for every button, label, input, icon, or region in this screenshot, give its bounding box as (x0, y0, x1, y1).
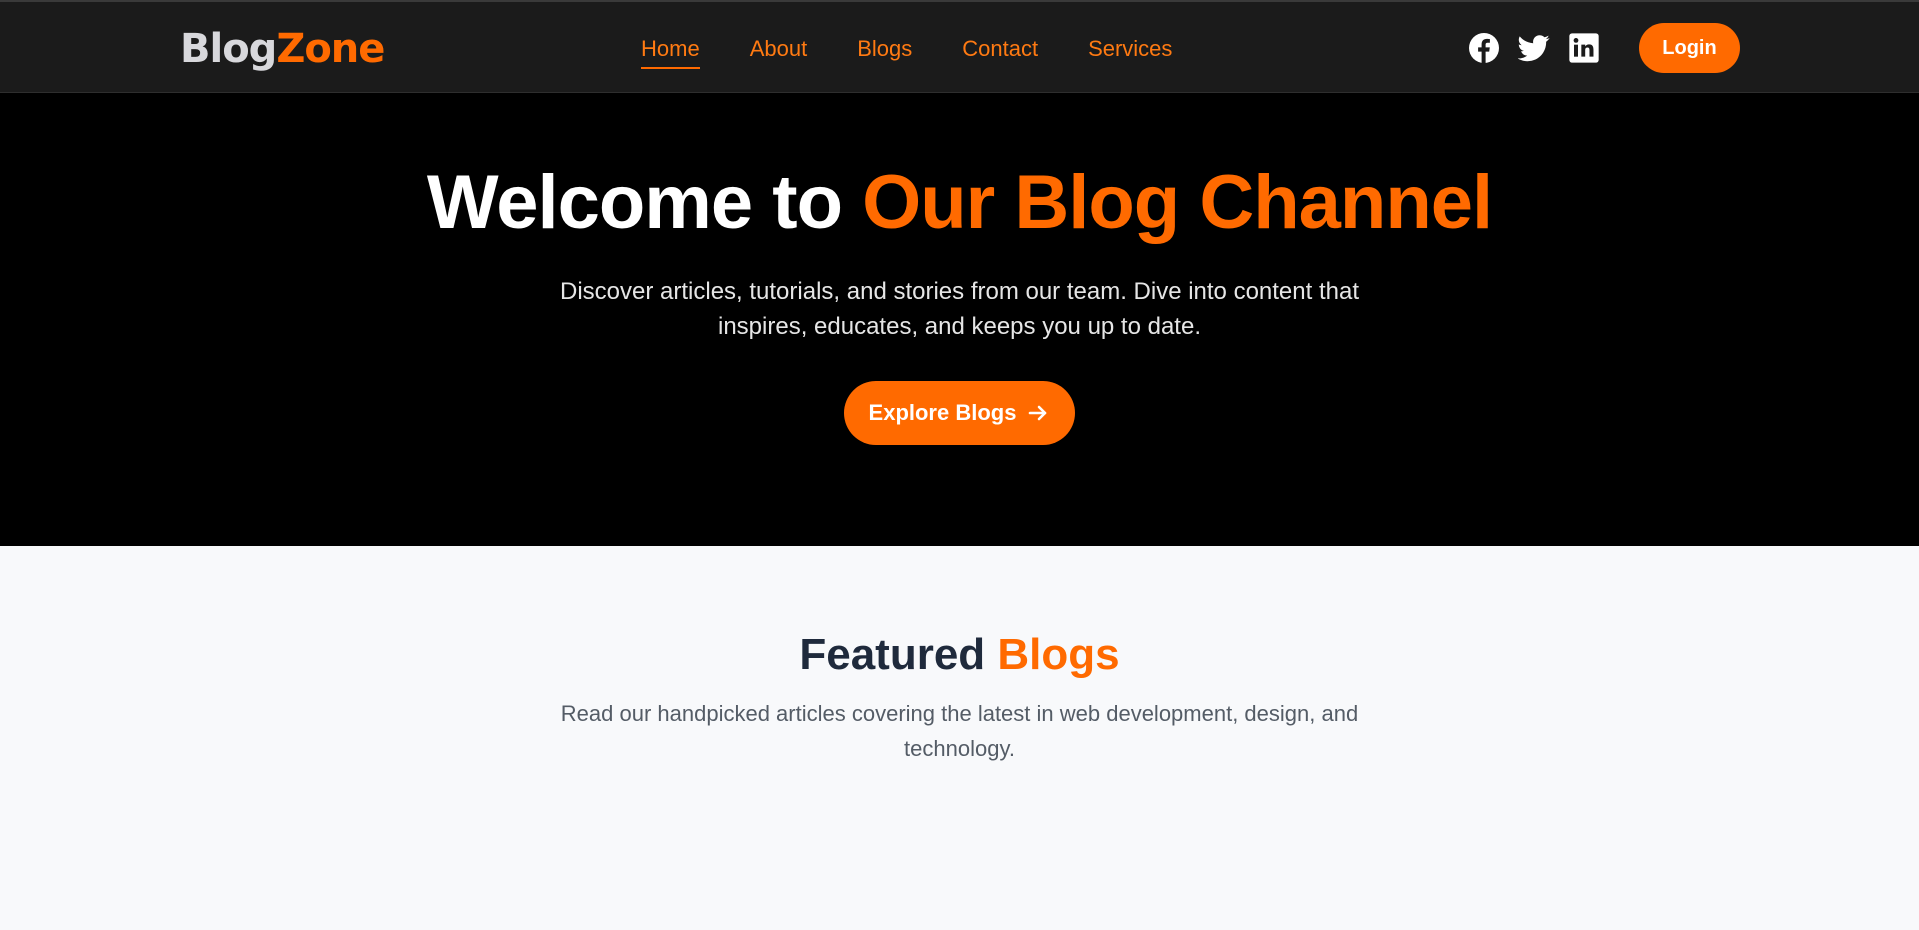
hero-title-accent: Our Blog Channel (862, 160, 1493, 245)
featured-title: Featured Blogs (0, 630, 1919, 680)
nav-link-home[interactable]: Home (641, 35, 700, 69)
hero-title: Welcome to Our Blog Channel (0, 158, 1919, 248)
featured-blogs-section: Featured Blogs Read our handpicked artic… (0, 546, 1919, 930)
explore-blogs-button[interactable]: Explore Blogs (844, 381, 1075, 445)
social-links (1468, 32, 1618, 64)
logo-part-blog: Blog (180, 26, 277, 72)
twitter-icon[interactable] (1518, 32, 1550, 64)
featured-title-plain: Featured (799, 630, 986, 679)
arrow-right-icon (1029, 405, 1047, 421)
explore-blogs-label: Explore Blogs (868, 400, 1017, 425)
login-button[interactable]: Login (1639, 23, 1740, 73)
navbar: BlogZone Home About Blogs Contact Servic… (0, 0, 1919, 93)
nav-link-contact[interactable]: Contact (962, 35, 1038, 63)
logo[interactable]: BlogZone (180, 26, 385, 72)
nav-link-services[interactable]: Services (1088, 35, 1172, 63)
featured-title-accent: Blogs (997, 630, 1120, 679)
hero-section: Welcome to Our Blog Channel Discover art… (0, 93, 1919, 546)
facebook-icon[interactable] (1468, 32, 1500, 64)
nav-link-blogs[interactable]: Blogs (857, 35, 912, 63)
hero-title-plain: Welcome to (426, 160, 843, 245)
linkedin-icon[interactable] (1568, 32, 1600, 64)
featured-subtitle: Read our handpicked articles covering th… (560, 701, 1359, 761)
hero-subtitle: Discover articles, tutorials, and storie… (560, 278, 1359, 340)
logo-part-zone: Zone (276, 26, 385, 72)
nav-link-about[interactable]: About (750, 35, 808, 63)
main-nav: Home About Blogs Contact Services (641, 35, 1222, 69)
